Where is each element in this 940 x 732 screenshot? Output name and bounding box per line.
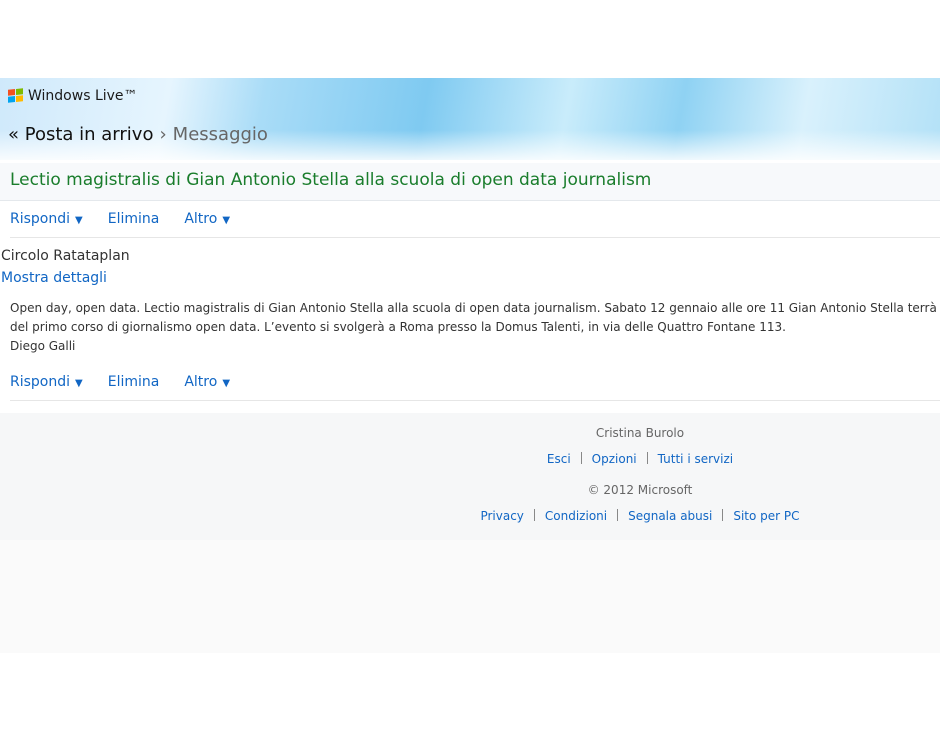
reply-dropdown-icon[interactable]: ▼	[75, 378, 83, 389]
more-button[interactable]: Altro ▼	[184, 374, 230, 390]
message-actions-top: Rispondi ▼ Elimina Altro ▼	[10, 209, 255, 229]
message-body-line: del primo corso di giornalismo open data…	[10, 320, 786, 334]
show-details-link[interactable]: Mostra dettagli	[1, 270, 107, 286]
legal-links: Privacy Condizioni Segnala abusi Sito per P…	[0, 509, 940, 523]
more-dropdown-icon[interactable]: ▼	[222, 215, 230, 226]
delete-button[interactable]: Elimina	[108, 374, 160, 390]
empty-area	[0, 540, 940, 653]
link-divider	[646, 452, 648, 464]
message-sender: Circolo Ratataplan	[1, 248, 130, 264]
signed-in-user: Cristina Burolo	[595, 426, 685, 440]
divider	[10, 400, 940, 401]
privacy-link[interactable]: Privacy	[480, 509, 523, 523]
link-divider	[533, 509, 535, 521]
breadcrumb-current: Messaggio	[172, 124, 268, 145]
delete-button[interactable]: Elimina	[108, 211, 160, 227]
link-divider	[617, 509, 619, 521]
message-body-line: Open day, open data. Lectio magistralis …	[10, 301, 940, 315]
more-button[interactable]: Altro ▼	[184, 211, 230, 227]
reply-dropdown-icon[interactable]: ▼	[75, 215, 83, 226]
copyright: © 2012 Microsoft	[587, 483, 693, 497]
brand-bar[interactable]: Windows Live™	[8, 88, 138, 104]
message-subject: Lectio magistralis di Gian Antonio Stell…	[10, 170, 652, 190]
desktop-site-link[interactable]: Sito per PC	[733, 509, 799, 523]
all-services-link[interactable]: Tutti i servizi	[658, 452, 733, 466]
message-signature: Diego Galli	[10, 339, 76, 353]
sign-out-link[interactable]: Esci	[547, 452, 571, 466]
more-label: Altro	[184, 374, 218, 390]
reply-button[interactable]: Rispondi ▼	[10, 211, 83, 227]
more-label: Altro	[184, 211, 218, 227]
account-links: Esci Opzioni Tutti i servizi	[0, 452, 940, 466]
link-divider	[722, 509, 724, 521]
footer: Cristina Burolo Esci Opzioni Tutti i servi…	[0, 413, 940, 540]
link-divider	[580, 452, 582, 464]
reply-button[interactable]: Rispondi ▼	[10, 374, 83, 390]
subject-bar: Lectio magistralis di Gian Antonio Stell…	[0, 163, 940, 201]
report-abuse-link[interactable]: Segnala abusi	[628, 509, 712, 523]
divider	[10, 237, 940, 238]
more-dropdown-icon[interactable]: ▼	[222, 378, 230, 389]
reply-label: Rispondi	[10, 211, 71, 227]
windows-flag-icon	[8, 88, 23, 104]
windows-live-header: Windows Live™ « Posta in arrivo › Messaggi…	[0, 78, 940, 160]
reply-label: Rispondi	[10, 374, 71, 390]
back-to-inbox-link[interactable]: « Posta in arrivo	[8, 124, 153, 145]
options-link[interactable]: Opzioni	[592, 452, 637, 466]
message-actions-bottom: Rispondi ▼ Elimina Altro ▼	[10, 372, 255, 392]
breadcrumb: « Posta in arrivo › Messaggio	[8, 124, 268, 145]
breadcrumb-separator: ›	[159, 124, 167, 145]
brand-title[interactable]: Windows Live™	[28, 88, 138, 104]
terms-link[interactable]: Condizioni	[545, 509, 607, 523]
message-body: Open day, open data. Lectio magistralis …	[10, 299, 940, 356]
